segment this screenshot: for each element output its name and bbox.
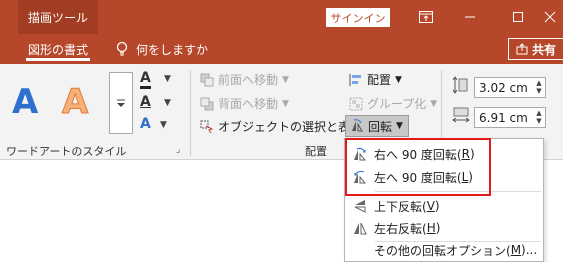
share-button[interactable]: 共有 xyxy=(508,38,563,60)
minimize-icon xyxy=(465,16,475,18)
arrange-group-label: 配置 xyxy=(305,145,327,158)
menu-item-label: 上下反転( xyxy=(374,199,427,214)
shape-width-input[interactable]: 6.91 cm ▲ ▼ xyxy=(474,107,546,128)
close-icon xyxy=(544,11,555,23)
text-outline-button[interactable]: A xyxy=(140,94,151,110)
shape-height-input[interactable]: 3.02 cm ▲ ▼ xyxy=(474,77,546,98)
wordart-style-orange[interactable]: A xyxy=(61,82,88,123)
menu-item-label: 左右反転( xyxy=(374,221,427,236)
shape-height-icon xyxy=(452,76,468,94)
align-dropdown-icon: ▼ xyxy=(395,74,402,85)
share-label: 共有 xyxy=(531,42,556,57)
context-tab-drawing-tools[interactable]: 描画ツール xyxy=(18,0,98,34)
rotate-icon xyxy=(352,119,363,132)
close-button[interactable] xyxy=(536,0,563,34)
wordart-style-blue[interactable]: A xyxy=(12,82,38,122)
maximize-button[interactable] xyxy=(496,0,540,34)
menu-item-suffix: ) xyxy=(434,199,440,213)
bring-forward-icon xyxy=(200,73,214,86)
group-separator xyxy=(190,70,191,156)
send-backward-label: 背面へ移動 xyxy=(218,97,279,111)
align-button[interactable]: 配置 ▼ xyxy=(349,71,402,88)
wordart-group-label: ワードアートのスタイル xyxy=(6,145,127,158)
menu-item-suffix: )... xyxy=(521,243,538,257)
wordart-dialog-launcher-icon[interactable]: ⌟ xyxy=(176,145,180,155)
send-backward-button[interactable]: 背面へ移動 ▼ xyxy=(200,95,289,112)
menu-item-flip-vertical[interactable]: 上下反転(V) xyxy=(346,195,543,217)
menu-item-suffix: ) xyxy=(435,221,441,235)
text-outline-dropdown-icon[interactable]: ▼ xyxy=(164,98,171,108)
menu-item-label: その他の回転オプション( xyxy=(374,243,511,258)
text-effects-button[interactable]: A xyxy=(140,116,151,132)
text-fill-button[interactable]: A xyxy=(140,70,151,89)
lightbulb-icon xyxy=(116,41,128,56)
highlight-box xyxy=(345,138,491,196)
menu-item-accelerator: V xyxy=(426,199,435,213)
rotate-label: 回転 xyxy=(368,119,393,134)
share-icon xyxy=(516,43,528,55)
selection-pane-label: オブジェクトの選択と表示 xyxy=(218,120,363,134)
tell-me-search[interactable]: 何をしますか xyxy=(116,34,208,64)
bring-forward-dropdown-icon: ▼ xyxy=(282,74,289,85)
gallery-more-icon xyxy=(117,99,125,107)
group-dropdown-icon: ▼ xyxy=(430,98,438,109)
menu-item-accelerator: M xyxy=(510,243,522,257)
selection-pane-button[interactable]: オブジェクトの選択と表示 xyxy=(200,118,362,135)
width-spin-icon[interactable]: ▲ ▼ xyxy=(534,109,544,126)
group-button[interactable]: グループ化 ▼ xyxy=(349,95,437,112)
tab-shape-format[interactable]: 図形の書式 xyxy=(18,34,98,64)
minimize-button[interactable] xyxy=(448,0,492,34)
text-fill-dropdown-icon[interactable]: ▼ xyxy=(164,74,171,84)
bring-forward-label: 前面へ移動 xyxy=(218,73,279,87)
maximize-icon xyxy=(513,12,523,22)
shape-height-value: 3.02 cm xyxy=(479,80,528,95)
tell-me-label: 何をしますか xyxy=(136,42,209,57)
menu-item-more-rotation-options[interactable]: その他の回転オプション(M)... xyxy=(346,239,543,261)
align-icon xyxy=(349,73,361,86)
flip-vertical-icon xyxy=(354,200,366,213)
ribbon-display-options-button[interactable] xyxy=(404,0,448,34)
bring-forward-button[interactable]: 前面へ移動 ▼ xyxy=(200,71,289,88)
align-label: 配置 xyxy=(367,73,392,87)
wordart-gallery-more-button[interactable] xyxy=(109,72,133,134)
ribbon-display-icon xyxy=(419,11,433,23)
send-backward-icon xyxy=(200,97,214,110)
selection-pane-icon xyxy=(200,120,214,133)
menu-item-accelerator: H xyxy=(426,221,436,235)
send-backward-dropdown-icon: ▼ xyxy=(282,98,289,109)
text-effects-dropdown-icon[interactable]: ▼ xyxy=(160,120,167,130)
signin-button[interactable]: サインイン xyxy=(326,8,390,27)
flip-horizontal-icon xyxy=(354,222,367,235)
height-spin-icon[interactable]: ▲ ▼ xyxy=(534,79,544,96)
group-icon xyxy=(349,97,363,110)
shape-width-value: 6.91 cm xyxy=(479,110,528,125)
shape-width-icon xyxy=(452,107,470,123)
rotate-button[interactable]: 回転 ▼ xyxy=(345,115,409,137)
group-label: グループ化 xyxy=(367,97,427,111)
menu-item-flip-horizontal[interactable]: 左右反転(H) xyxy=(346,217,543,239)
rotate-dropdown-icon: ▼ xyxy=(396,121,403,131)
